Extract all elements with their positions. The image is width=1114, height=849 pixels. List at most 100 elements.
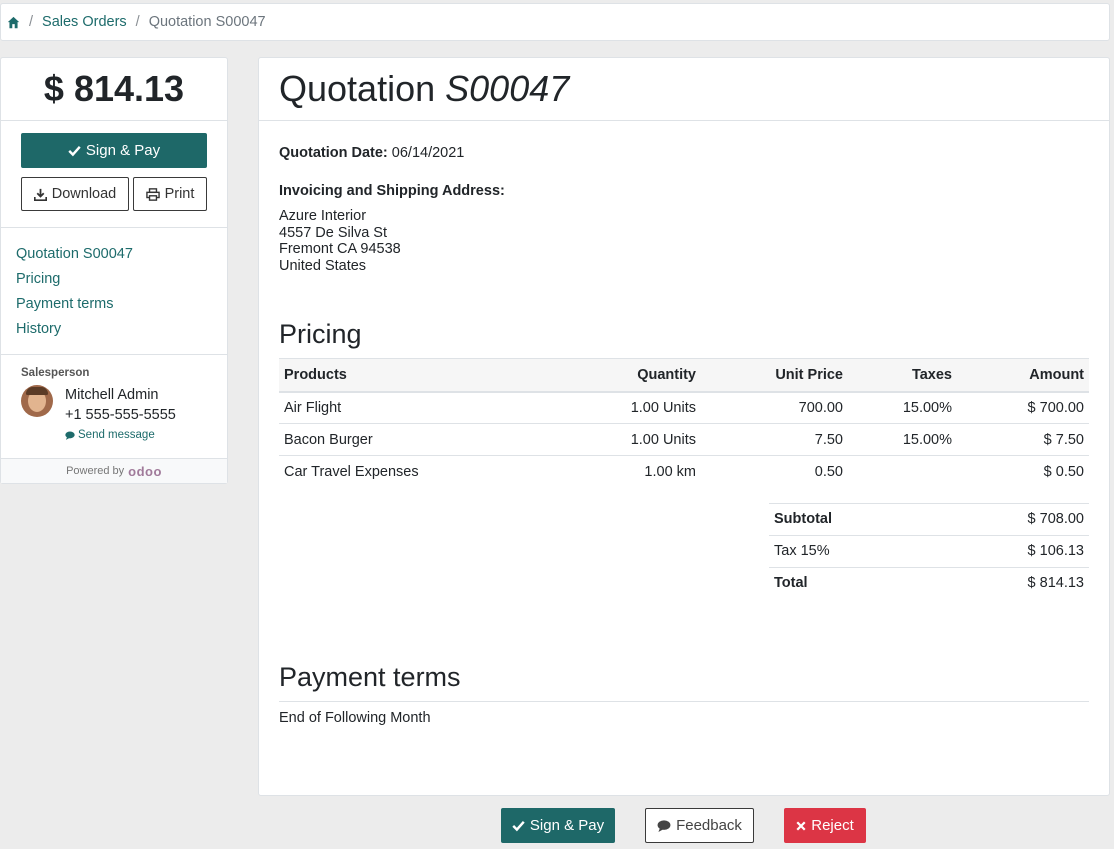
- cell-taxes: 15.00%: [848, 391, 957, 424]
- salesperson-name: Mitchell Admin: [65, 387, 159, 403]
- footer-sign-pay-button[interactable]: Sign & Pay: [501, 808, 615, 843]
- nav-item-pricing[interactable]: Pricing: [16, 267, 212, 292]
- table-row: Bacon Burger 1.00 Units 7.50 15.00% $ 7.…: [279, 423, 1089, 456]
- powered-by: Powered by odoo: [1, 458, 227, 483]
- download-label: Download: [51, 186, 117, 202]
- salesperson-phone: +1 555-555-5555: [65, 407, 176, 423]
- cell-amount: $ 0.50: [1043, 463, 1084, 480]
- document-body: Quotation Date: 06/14/2021 Invoicing and…: [259, 145, 1109, 726]
- powered-by-text: Powered by: [66, 465, 125, 477]
- salesperson-info: Mitchell Admin +1 555-555-5555 Send mess…: [65, 385, 176, 441]
- document-header: Quotation S00047: [259, 58, 1109, 121]
- salesperson: Mitchell Admin +1 555-555-5555 Send mess…: [21, 385, 207, 441]
- footer-actions: Sign & Pay Feedback Reject: [0, 808, 1114, 843]
- total-value: $ 814.13: [930, 566, 1089, 599]
- order-lines-table: Products Quantity Unit Price Taxes Amoun…: [279, 358, 1089, 488]
- sidebar-actions: Sign & Pay Download Print: [1, 121, 227, 228]
- col-quantity: Quantity: [579, 358, 701, 393]
- feedback-label: Feedback: [676, 817, 742, 834]
- cell-quantity: 1.00 km: [644, 463, 696, 480]
- breadcrumb-sales-orders[interactable]: Sales Orders: [42, 14, 127, 30]
- avatar: [21, 385, 53, 417]
- print-button[interactable]: Print: [133, 177, 207, 211]
- subtotal-value: $ 708.00: [930, 502, 1089, 535]
- print-label: Print: [164, 186, 195, 202]
- tax-label: Tax 15%: [769, 534, 931, 567]
- sidebar: $ 814.13 Sign & Pay Download Print Quota…: [0, 57, 228, 484]
- comment-icon: [65, 430, 75, 440]
- address-line: United States: [279, 257, 367, 274]
- quotation-date-label: Quotation Date:: [279, 145, 388, 161]
- subtotal-row: Subtotal $ 708.00: [769, 502, 1089, 535]
- cell-unit-price: 700.00: [701, 391, 848, 424]
- salesperson-section: Salesperson Mitchell Admin +1 555-555-55…: [1, 355, 227, 463]
- tax-row: Tax 15% $ 106.13: [769, 534, 1089, 567]
- col-products: Products: [279, 358, 579, 393]
- reject-button[interactable]: Reject: [784, 808, 866, 843]
- title-number: S00047: [445, 68, 570, 109]
- secondary-actions: Download Print: [21, 177, 207, 211]
- cell-unit-price: 0.50: [814, 463, 843, 480]
- amount-box: $ 814.13: [1, 58, 227, 121]
- check-icon: [68, 144, 81, 157]
- subtotal-label: Subtotal: [769, 502, 931, 535]
- close-icon: [796, 820, 806, 831]
- address-line: Fremont CA 94538: [279, 241, 401, 257]
- cell-amount: $ 700.00: [957, 391, 1089, 424]
- total-row: Total $ 814.13: [769, 566, 1089, 599]
- odoo-logo[interactable]: odoo: [128, 464, 162, 479]
- total-label: Total: [769, 566, 931, 599]
- col-unit-price: Unit Price: [701, 358, 848, 393]
- download-icon: [33, 188, 47, 201]
- cell-taxes: 15.00%: [848, 423, 957, 456]
- quotation-date-value: 06/14/2021: [391, 145, 465, 161]
- col-taxes: Taxes: [848, 358, 957, 393]
- address-line: 4557 De Silva St: [279, 224, 388, 241]
- sign-pay-button[interactable]: Sign & Pay: [21, 133, 207, 168]
- table-row: Air Flight 1.00 Units 700.00 15.00% $ 70…: [279, 391, 1089, 424]
- nav-item-payment-terms[interactable]: Payment terms: [16, 292, 212, 317]
- col-amount: Amount: [957, 358, 1089, 393]
- salesperson-title: Salesperson: [21, 367, 90, 379]
- cell-quantity: 1.00 Units: [579, 391, 701, 424]
- home-icon[interactable]: [7, 16, 20, 29]
- cell-quantity: 1.00 Units: [579, 423, 701, 456]
- send-message-label: Send message: [78, 429, 155, 441]
- feedback-button[interactable]: Feedback: [645, 808, 754, 843]
- quotation-document: Quotation S00047 Quotation Date: 06/14/2…: [258, 57, 1110, 796]
- download-button[interactable]: Download: [21, 177, 129, 211]
- tax-value: $ 106.13: [930, 534, 1089, 567]
- cell-taxes: [848, 456, 957, 488]
- nav-item-history[interactable]: History: [16, 317, 212, 342]
- address-block: Azure Interior 4557 De Silva St Fremont …: [279, 208, 1089, 274]
- address-title: Invoicing and Shipping Address:: [279, 183, 505, 199]
- total-amount: $ 814.13: [43, 68, 185, 109]
- totals-table: Subtotal $ 708.00 Tax 15% $ 106.13 Total…: [769, 502, 1089, 599]
- footer-sign-pay-label: Sign & Pay: [529, 817, 605, 834]
- sidebar-nav: Quotation S00047 Pricing Payment terms H…: [1, 228, 227, 355]
- quotation-date: Quotation Date: 06/14/2021: [279, 145, 1089, 161]
- cell-product: Bacon Burger: [279, 423, 579, 456]
- breadcrumb-current: Quotation S00047: [148, 14, 266, 30]
- address-line: Azure Interior: [279, 208, 367, 224]
- breadcrumb: / Sales Orders / Quotation S00047: [0, 3, 1110, 41]
- nav-item-quotation[interactable]: Quotation S00047: [16, 242, 212, 267]
- cell-unit-price: 7.50: [701, 423, 848, 456]
- cell-amount: $ 7.50: [957, 423, 1089, 456]
- send-message-link[interactable]: Send message: [65, 429, 176, 441]
- page-title: Quotation S00047: [279, 68, 569, 110]
- payment-terms-text: End of Following Month: [279, 710, 431, 726]
- cell-product: Car Travel Expenses: [284, 463, 419, 480]
- breadcrumb-separator: /: [29, 14, 34, 30]
- table-header-row: Products Quantity Unit Price Taxes Amoun…: [279, 358, 1089, 393]
- breadcrumb-separator: /: [135, 14, 140, 30]
- table-row: Car Travel Expenses 1.00 km 0.50 $ 0.50: [279, 456, 1089, 488]
- cell-product: Air Flight: [279, 391, 579, 424]
- check-icon: [512, 819, 525, 832]
- pricing-title: Pricing: [279, 319, 362, 349]
- print-icon: [145, 187, 160, 201]
- payment-terms-title: Payment terms: [279, 662, 1089, 702]
- title-prefix: Quotation: [279, 68, 436, 109]
- reject-label: Reject: [811, 817, 854, 834]
- sign-pay-label: Sign & Pay: [85, 142, 161, 159]
